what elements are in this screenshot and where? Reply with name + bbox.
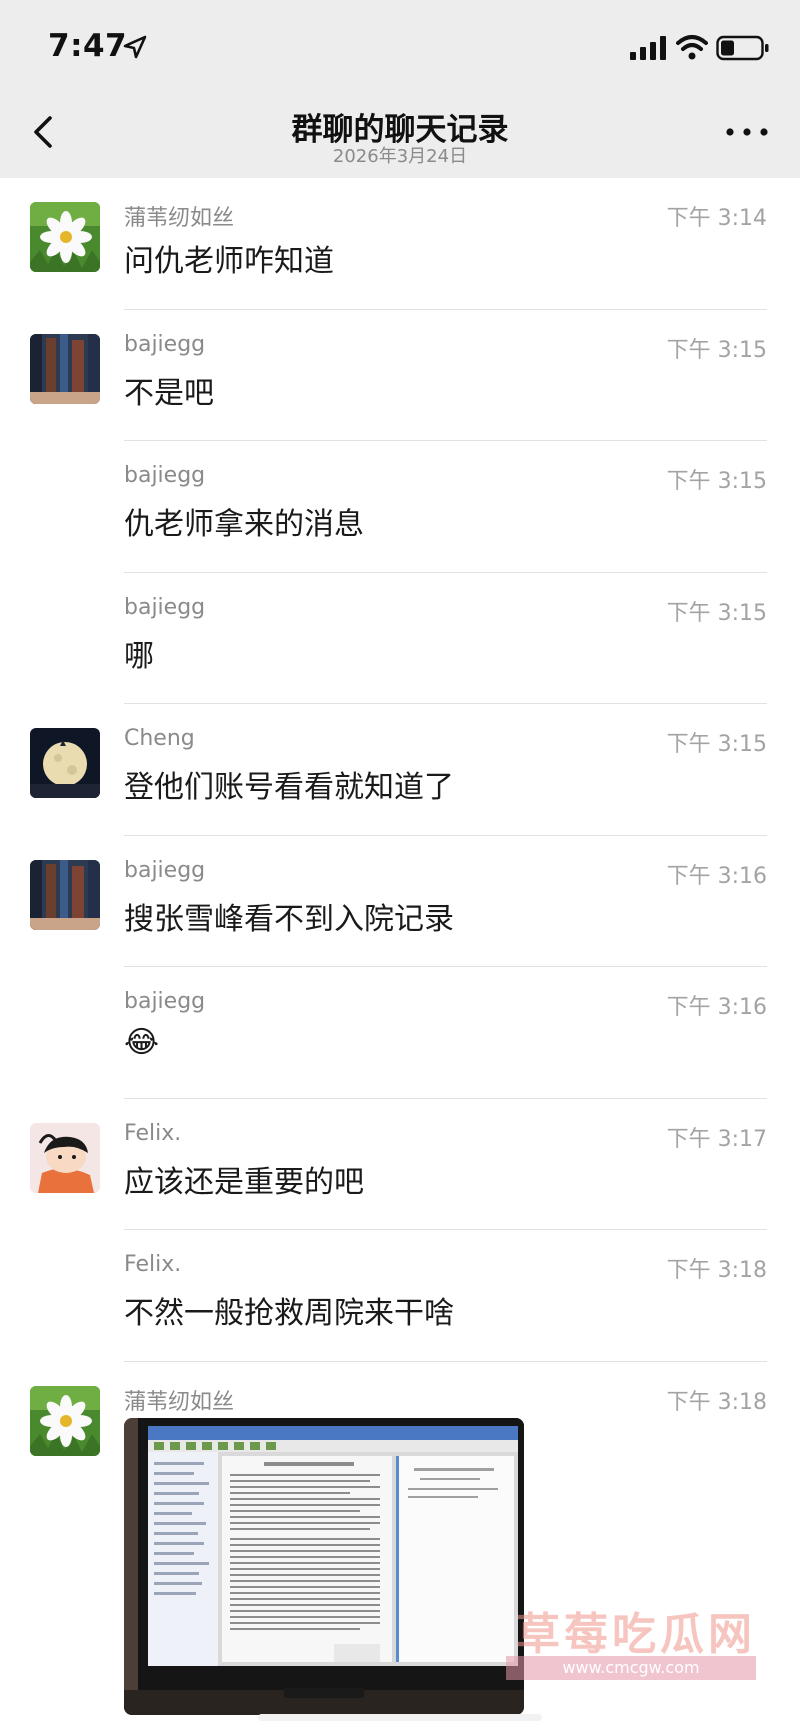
message-time: 下午 3:17 bbox=[666, 1126, 767, 1152]
sender-name: bajiegg bbox=[124, 331, 206, 357]
message-item[interactable]: bajiegg 下午 3:15 不是吧 bbox=[0, 310, 800, 441]
watermark-title: 草莓吃瓜网 bbox=[516, 1609, 756, 1660]
message-time: 下午 3:18 bbox=[666, 1258, 767, 1283]
message-time: 下午 3:15 bbox=[666, 337, 767, 363]
sender-name: bajiegg bbox=[124, 463, 206, 488]
sender-name: 蒲苇纫如丝 bbox=[124, 1389, 235, 1415]
message-time: 下午 3:16 bbox=[666, 863, 767, 889]
message-text: 问仇老师咋知道 bbox=[124, 244, 334, 279]
message-item[interactable]: Felix. 下午 3:17 应该还是重要的吧 bbox=[0, 1099, 800, 1230]
building-photo-icon bbox=[30, 859, 100, 930]
avatar[interactable] bbox=[30, 1122, 100, 1193]
message-time: 下午 3:15 bbox=[666, 469, 767, 494]
message-time: 下午 3:15 bbox=[666, 732, 767, 757]
message-text: 哪 bbox=[124, 638, 154, 674]
message-item[interactable]: bajiegg 下午 3:15 仇老师拿来的消息 bbox=[0, 441, 800, 573]
avatar[interactable] bbox=[30, 1385, 100, 1456]
more-options-icon[interactable] bbox=[724, 122, 770, 142]
message-photo-monitor-screen[interactable] bbox=[124, 1417, 524, 1715]
page-subtitle-date: 2026年3月24日 bbox=[332, 146, 468, 167]
watermark: 草莓吃瓜网 www.cmcgw.com bbox=[470, 1588, 800, 1688]
message-time: 下午 3:18 bbox=[666, 1389, 767, 1415]
message-text: 登他们账号看看就知道了 bbox=[124, 770, 454, 805]
location-arrow-icon bbox=[123, 35, 147, 59]
message-text: 搜张雪峰看不到入院记录 bbox=[124, 901, 454, 937]
message-text: 仇老师拿来的消息 bbox=[124, 507, 364, 542]
building-photo-icon bbox=[30, 333, 100, 404]
watermark-url: www.cmcgw.com bbox=[506, 1656, 756, 1680]
avatar[interactable] bbox=[30, 859, 100, 930]
message-item[interactable]: 蒲苇纫如丝 下午 3:14 问仇老师咋知道 bbox=[0, 178, 800, 310]
sender-name: bajiegg bbox=[124, 594, 206, 620]
moon-photo-icon bbox=[30, 728, 100, 798]
sender-name: Felix. bbox=[124, 1120, 182, 1146]
message-item[interactable]: bajiegg 下午 3:16 搜张雪峰看不到入院记录 bbox=[0, 836, 800, 967]
message-list: 蒲苇纫如丝 下午 3:14 问仇老师咋知道 bajiegg 下午 3:15 不是… bbox=[0, 178, 800, 1715]
sender-name: Cheng bbox=[124, 726, 195, 751]
status-time: 7:47 bbox=[48, 28, 128, 64]
message-time: 下午 3:14 bbox=[666, 206, 767, 231]
cosmos-flower-icon bbox=[30, 1385, 100, 1456]
nav-bar: 群聊的聊天记录 2026年3月24日 bbox=[0, 96, 800, 178]
message-text: 不然一般抢救周院来干啥 bbox=[124, 1296, 454, 1331]
sender-name: Felix. bbox=[124, 1252, 182, 1277]
avatar[interactable] bbox=[30, 728, 100, 798]
message-item[interactable]: bajiegg 下午 3:16 😂 bbox=[0, 967, 800, 1099]
message-item[interactable]: Cheng 下午 3:15 登他们账号看看就知道了 bbox=[0, 704, 800, 836]
message-emoji: 😂 bbox=[124, 1025, 160, 1060]
sender-name: 蒲苇纫如丝 bbox=[124, 206, 235, 231]
cellular-signal-icon bbox=[630, 36, 666, 60]
message-item[interactable]: Felix. 下午 3:18 不然一般抢救周院来干啥 bbox=[0, 1230, 800, 1362]
message-text: 应该还是重要的吧 bbox=[124, 1164, 364, 1200]
message-text: 不是吧 bbox=[124, 375, 214, 411]
top-bar: 7:47 群聊的聊天记录 2026年3月24日 bbox=[0, 0, 800, 178]
home-indicator bbox=[258, 1714, 542, 1721]
avatar[interactable] bbox=[30, 333, 100, 404]
sender-name: bajiegg bbox=[124, 857, 206, 883]
message-time: 下午 3:15 bbox=[666, 600, 767, 626]
status-bar: 7:47 bbox=[0, 0, 800, 96]
cosmos-flower-icon bbox=[30, 202, 100, 272]
sender-name: bajiegg bbox=[124, 989, 206, 1014]
battery-icon bbox=[716, 35, 769, 61]
message-time: 下午 3:16 bbox=[666, 995, 767, 1020]
cartoon-character-icon bbox=[30, 1122, 100, 1193]
message-item[interactable]: bajiegg 下午 3:15 哪 bbox=[0, 573, 800, 704]
wifi-icon bbox=[676, 35, 708, 60]
avatar[interactable] bbox=[30, 202, 100, 272]
